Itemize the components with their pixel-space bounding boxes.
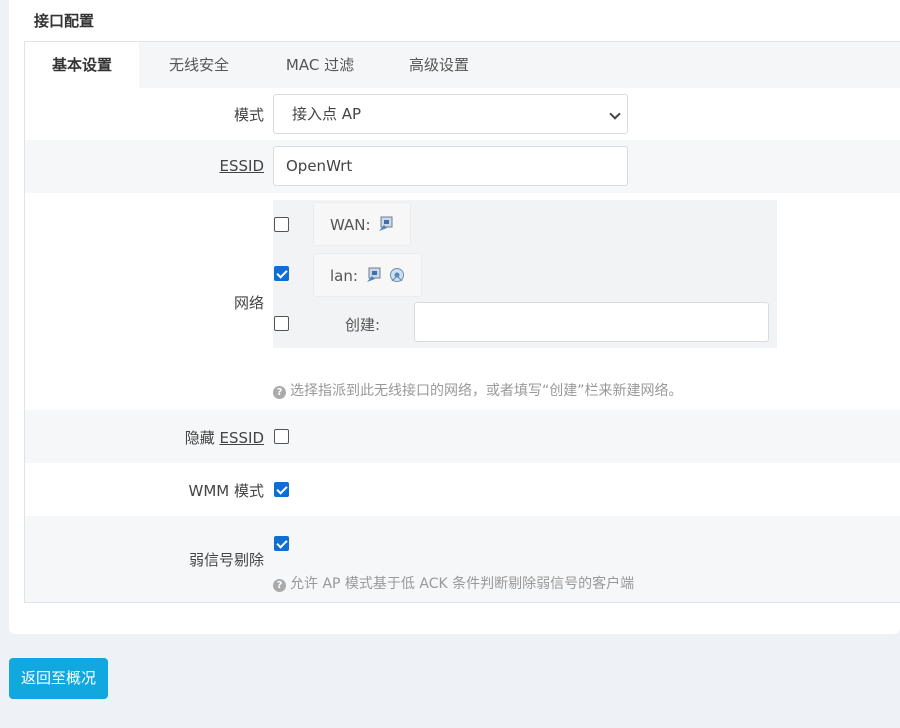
weak-signal-checkbox[interactable] (274, 536, 289, 551)
chevron-down-icon (609, 108, 621, 120)
network-label: 网络 (233, 294, 264, 312)
essid-label: ESSID (219, 157, 265, 175)
ethernet-port-icon (379, 216, 393, 231)
weak-signal-help: ? 允许 AP 模式基于低 ACK 条件判断剔除弱信号的客户端 (273, 573, 634, 593)
network-options-box: WAN: lan: 创建: (273, 200, 777, 348)
tab-mac-filter[interactable]: MAC 过滤 (265, 42, 375, 88)
wan-network-label[interactable]: WAN: (313, 202, 412, 246)
hide-essid-label: 隐藏 ESSID (184, 429, 264, 447)
question-circle-icon: ? (273, 386, 286, 399)
hide-essid-row: 隐藏 ESSID (25, 410, 900, 463)
tab-bar: 基本设置 无线安全 MAC 过滤 高级设置 (25, 42, 900, 88)
back-to-overview-button[interactable]: 返回至概况 (9, 658, 108, 699)
mode-select-value: 接入点 AP (292, 105, 362, 123)
wan-checkbox[interactable] (274, 217, 289, 232)
section-title: 接口配置 (34, 12, 95, 30)
wmm-row: WMM 模式 (25, 463, 900, 516)
wmm-checkbox[interactable] (274, 482, 289, 497)
tab-container: 基本设置 无线安全 MAC 过滤 高级设置 模式 接入点 AP ESSID Op… (24, 41, 900, 603)
mode-label: 模式 (233, 106, 264, 124)
ethernet-port-icon (366, 267, 381, 282)
wmm-label: WMM 模式 (188, 482, 264, 500)
essid-row: ESSID OpenWrt (25, 140, 900, 193)
question-circle-icon: ? (273, 579, 286, 592)
network-help: ? 选择指派到此无线接口的网络，或者填写“创建”栏来新建网络。 (273, 380, 683, 400)
weak-signal-row: 弱信号剔除 ? 允许 AP 模式基于低 ACK 条件判断剔除弱信号的客户端 (25, 516, 900, 602)
mode-select[interactable]: 接入点 AP (273, 94, 628, 134)
wifi-icon (390, 268, 405, 282)
tab-wireless-security[interactable]: 无线安全 (147, 42, 251, 88)
tab-basic-settings[interactable]: 基本设置 (25, 42, 139, 88)
weak-signal-label: 弱信号剔除 (188, 551, 264, 569)
create-network-label: 创建: (345, 316, 381, 334)
tab-advanced-settings[interactable]: 高级设置 (389, 42, 489, 88)
essid-input[interactable]: OpenWrt (273, 146, 628, 186)
lan-checkbox[interactable] (274, 266, 289, 281)
create-network-input[interactable] (414, 302, 769, 342)
hide-essid-checkbox[interactable] (274, 429, 289, 444)
create-network-checkbox[interactable] (274, 316, 289, 331)
mode-row: 模式 接入点 AP (25, 88, 900, 140)
lan-network-label[interactable]: lan: (313, 253, 423, 297)
